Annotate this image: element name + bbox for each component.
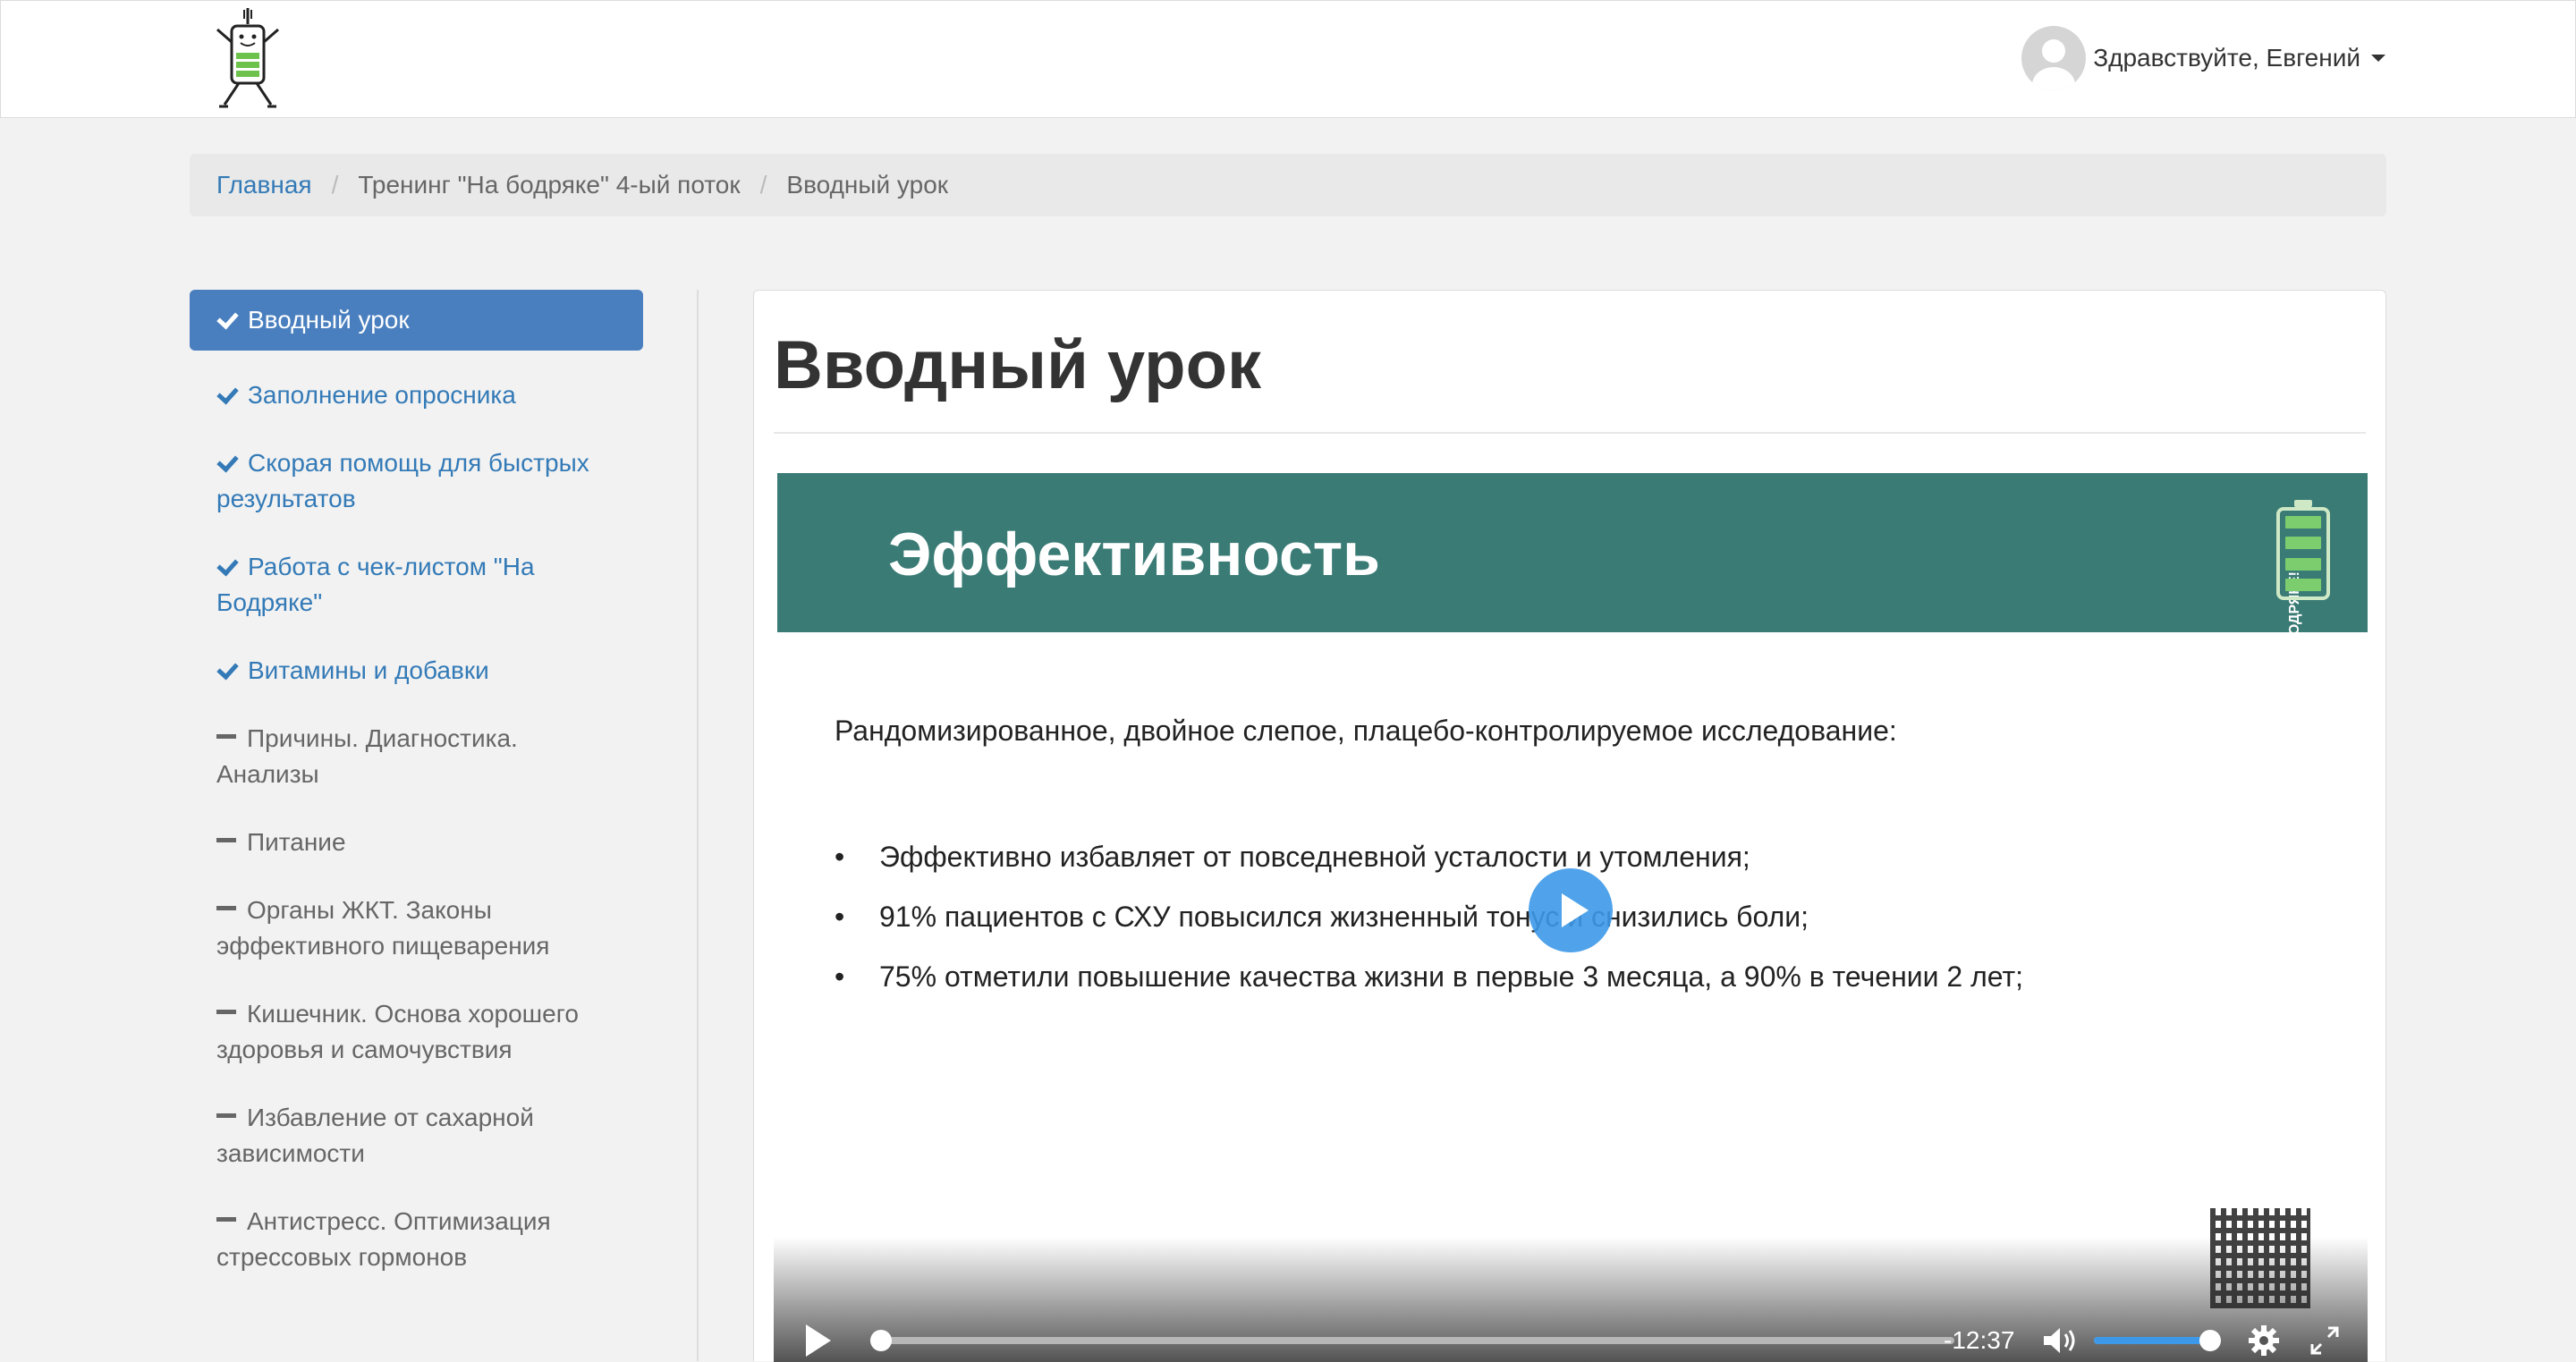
sidebar-item-label: Заполнение опросника (248, 381, 516, 409)
volume-handle[interactable] (2199, 1330, 2221, 1351)
dash-icon (216, 1113, 236, 1119)
caret-down-icon (2371, 55, 2385, 62)
check-icon (216, 307, 239, 330)
sidebar-item-label: Избавление от сахарной зависимости (216, 1104, 534, 1167)
list-item: 91% пациентов с СХУ повысился жизненный … (835, 887, 2023, 947)
lesson-content-panel: Вводный урок Эффективность НА БОДРЯКЕ! Р… (753, 290, 2386, 1362)
sidebar-item-checklist[interactable]: Работа с чек-листом "На Бодряке" (190, 533, 643, 637)
user-silhouette-icon (2032, 39, 2076, 90)
top-navbar: Здравствуйте, Евгений (0, 0, 2576, 118)
sidebar-item-label: Антистресс. Оптимизация стрессовых гормо… (216, 1207, 551, 1271)
time-remaining: -12:37 (1944, 1326, 2015, 1354)
dash-icon (216, 1010, 236, 1015)
fullscreen-icon[interactable] (2309, 1324, 2341, 1357)
volume-icon[interactable] (2042, 1326, 2081, 1355)
slide-bullet-list: Эффективно избавляет от повседневной уст… (835, 827, 2023, 1007)
sidebar-item-intro-lesson[interactable]: Вводный урок (190, 290, 643, 351)
battery-robot-logo[interactable] (212, 6, 284, 112)
lesson-sidebar: Вводный урок Заполнение опросника Скорая… (190, 290, 643, 1291)
breadcrumb-course[interactable]: Тренинг "На бодряке" 4-ый поток (358, 171, 740, 199)
video-controls-bar: -12:37 (774, 1237, 2368, 1362)
sidebar-item-label: Скорая помощь для быстрых результатов (216, 449, 589, 512)
play-button[interactable] (806, 1324, 831, 1357)
check-icon (216, 657, 239, 681)
breadcrumb: Главная / Тренинг "На бодряке" 4-ый пото… (190, 154, 2386, 216)
progress-slider[interactable] (870, 1330, 1954, 1351)
sidebar-item-sugar[interactable]: Избавление от сахарной зависимости (190, 1084, 643, 1188)
breadcrumb-separator: / (759, 171, 767, 199)
sidebar-divider (697, 290, 699, 1361)
gear-icon[interactable] (2248, 1324, 2280, 1357)
sidebar-item-nutrition[interactable]: Питание (190, 808, 643, 876)
sidebar-item-intestine[interactable]: Кишечник. Основа хорошего здоровья и сам… (190, 980, 643, 1084)
title-divider (774, 432, 2366, 434)
volume-slider[interactable] (2094, 1330, 2221, 1351)
user-menu[interactable]: Здравствуйте, Евгений (2021, 26, 2385, 90)
sidebar-item-label: Причины. Диагностика. Анализы (216, 724, 518, 788)
sidebar-item-questionnaire[interactable]: Заполнение опросника (190, 361, 643, 429)
check-icon (216, 382, 239, 405)
breadcrumb-current: Вводный урок (786, 171, 949, 199)
slide-intro-text: Рандомизированное, двойное слепое, плаце… (835, 715, 1897, 747)
big-play-button[interactable] (1529, 868, 1613, 952)
sidebar-item-digestion[interactable]: Органы ЖКТ. Законы эффективного пищеваре… (190, 876, 643, 980)
video-player[interactable]: Эффективность НА БОДРЯКЕ! Рандомизирован… (774, 470, 2368, 1362)
slide-title: Эффективность (888, 520, 1380, 588)
list-item: 75% отметили повышение качества жизни в … (835, 947, 2023, 1007)
avatar (2021, 26, 2087, 90)
check-icon (216, 554, 239, 577)
sidebar-item-quick-help[interactable]: Скорая помощь для быстрых результатов (190, 429, 643, 533)
volume-level (2094, 1337, 2210, 1344)
sidebar-item-label: Вводный урок (248, 306, 410, 334)
page-title: Вводный урок (774, 327, 1262, 403)
breadcrumb-separator: / (331, 171, 339, 199)
progress-handle[interactable] (870, 1330, 892, 1351)
sidebar-item-label: Витамины и добавки (248, 656, 489, 684)
dash-icon (216, 1217, 236, 1222)
breadcrumb-home-link[interactable]: Главная (216, 171, 312, 199)
check-icon (216, 450, 239, 473)
sidebar-item-antistress[interactable]: Антистресс. Оптимизация стрессовых гормо… (190, 1188, 643, 1291)
list-item: Эффективно избавляет от повседневной уст… (835, 827, 2023, 887)
dash-icon (216, 838, 236, 843)
battery-icon (2276, 500, 2330, 600)
sidebar-item-label: Кишечник. Основа хорошего здоровья и сам… (216, 1000, 579, 1063)
sidebar-item-label: Питание (247, 828, 346, 856)
dash-icon (216, 734, 236, 740)
user-greeting: Здравствуйте, Евгений (2093, 44, 2360, 72)
sidebar-item-label: Работа с чек-листом "На Бодряке" (216, 553, 535, 616)
sidebar-item-vitamins[interactable]: Витамины и добавки (190, 637, 643, 705)
dash-icon (216, 906, 236, 911)
slide-header: Эффективность НА БОДРЯКЕ! (777, 473, 2368, 670)
sidebar-item-label: Органы ЖКТ. Законы эффективного пищеваре… (216, 896, 550, 960)
sidebar-item-causes[interactable]: Причины. Диагностика. Анализы (190, 705, 643, 808)
